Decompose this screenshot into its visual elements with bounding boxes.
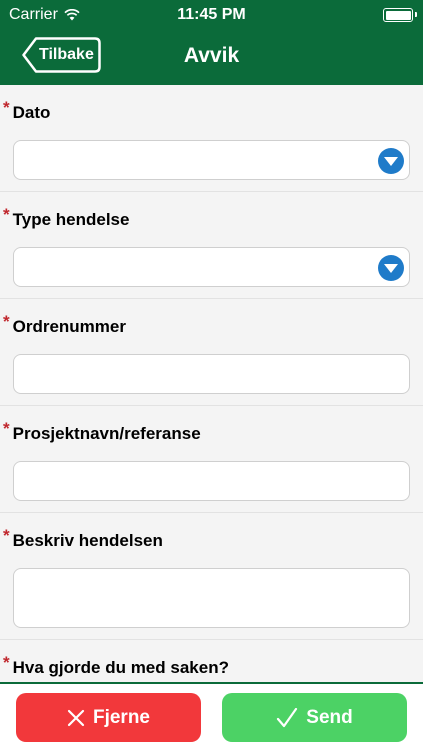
navigation-bar: Tilbake Avvik <box>0 30 423 85</box>
field-beskriv-hendelsen: * Beskriv hendelsen <box>0 513 423 640</box>
status-bar: Carrier 11:45 PM <box>0 0 423 30</box>
send-button[interactable]: Send <box>222 693 407 742</box>
field-label: Prosjektnavn/referanse <box>12 424 201 443</box>
incident-type-select[interactable] <box>13 247 410 287</box>
field-hva-gjorde-du: * Hva gjorde du med saken? <box>0 640 423 682</box>
field-label: Hva gjorde du med saken? <box>12 658 229 677</box>
field-label: Type hendelse <box>12 210 130 229</box>
status-time: 11:45 PM <box>177 6 246 23</box>
date-select[interactable] <box>13 140 410 180</box>
x-icon <box>67 709 85 726</box>
remove-button-label: Fjerne <box>92 706 151 728</box>
required-marker: * <box>3 205 10 224</box>
required-marker: * <box>3 526 10 545</box>
checkmark-icon <box>277 707 298 727</box>
battery-icon <box>383 8 417 22</box>
send-button-label: Send <box>306 706 353 728</box>
required-marker: * <box>3 419 10 438</box>
incident-description-textarea[interactable] <box>13 568 410 628</box>
project-reference-input[interactable] <box>13 461 410 501</box>
chevron-down-icon <box>384 156 398 166</box>
field-prosjektnavn: * Prosjektnavn/referanse <box>0 406 423 513</box>
field-type-hendelse: * Type hendelse <box>0 192 423 299</box>
action-bar: Fjerne Send <box>0 682 423 750</box>
field-label: Ordrenummer <box>12 317 126 336</box>
required-marker: * <box>3 312 10 331</box>
field-label: Dato <box>12 103 51 122</box>
dropdown-button[interactable] <box>378 148 404 174</box>
field-ordrenummer: * Ordrenummer <box>0 299 423 406</box>
required-marker: * <box>3 653 10 672</box>
incident-form: * Dato * Type hendelse * Ordrenummer * P… <box>0 85 423 682</box>
dropdown-button[interactable] <box>378 255 404 281</box>
required-marker: * <box>3 98 10 117</box>
order-number-input[interactable] <box>13 354 410 394</box>
field-label: Beskriv hendelsen <box>12 531 163 550</box>
remove-button[interactable]: Fjerne <box>16 693 201 742</box>
page-title: Avvik <box>183 44 240 67</box>
chevron-down-icon <box>384 263 398 273</box>
field-dato: * Dato <box>0 85 423 192</box>
